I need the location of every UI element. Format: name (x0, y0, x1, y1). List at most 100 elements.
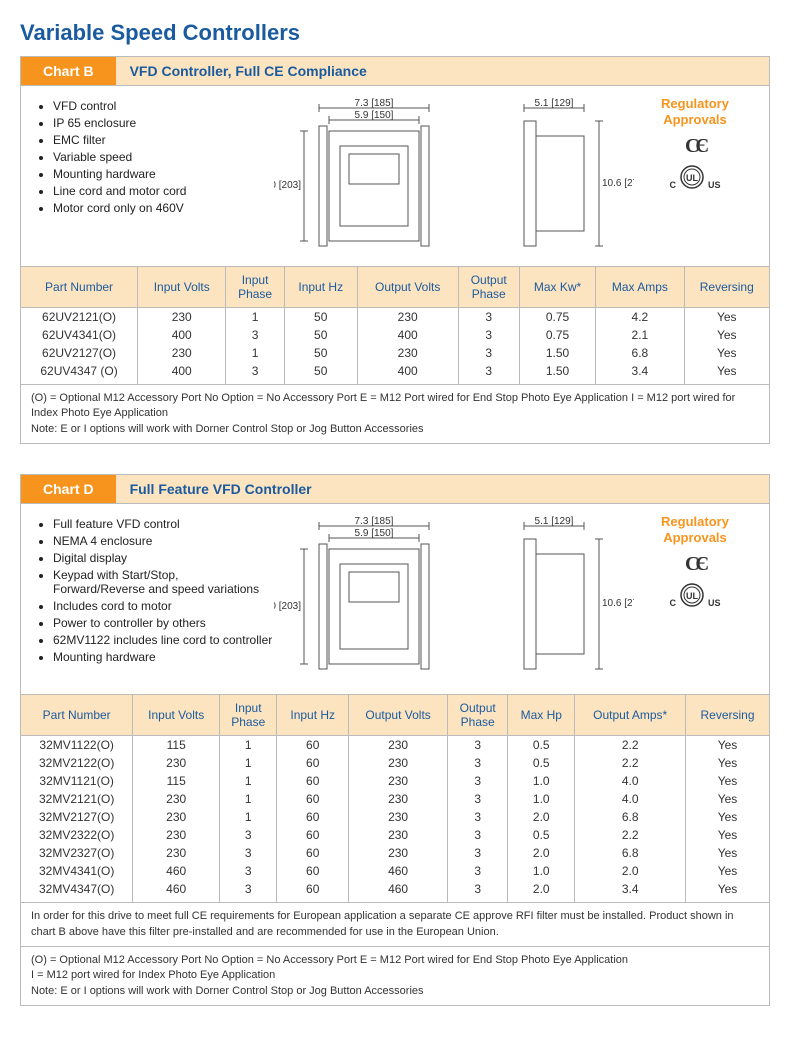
table-cell: 3 (448, 808, 508, 826)
feature-item: Digital display (53, 551, 273, 565)
column-header: Max Amps (596, 267, 684, 308)
table-cell: 3 (448, 754, 508, 772)
table-cell: 230 (349, 844, 448, 862)
approvals-title-2: Approvals (663, 530, 727, 545)
table-cell: 32MV2127(O) (21, 808, 133, 826)
table-cell: 460 (349, 862, 448, 880)
chart-b-approvals: Regulatory Approvals CЄ C UL US (635, 96, 755, 190)
table-cell: 230 (133, 790, 220, 808)
table-row: 62UV2121(O)23015023030.754.2Yes (21, 308, 769, 327)
table-cell: 230 (133, 808, 220, 826)
column-header: Part Number (21, 267, 138, 308)
column-header: OutputPhase (448, 695, 508, 736)
chart-b-diagrams: 7.3 [185] 5.9 [150] 8.0 [203] 5.1 [129] … (273, 96, 635, 256)
table-cell: 230 (138, 344, 226, 362)
table-cell: 60 (277, 862, 349, 880)
table-cell: 0.75 (519, 308, 595, 327)
approvals-title-1: Regulatory (661, 514, 729, 529)
table-cell: 0.5 (508, 736, 575, 755)
chart-d-table: Part NumberInput VoltsInputPhaseInput Hz… (21, 694, 769, 902)
table-cell: 32MV2122(O) (21, 754, 133, 772)
feature-item: Motor cord only on 460V (53, 201, 273, 215)
table-cell: 230 (349, 736, 448, 755)
table-cell: 0.75 (519, 326, 595, 344)
table-row: 32MV1121(O)11516023031.04.0Yes (21, 772, 769, 790)
table-cell: 62UV4347 (O) (21, 362, 138, 384)
table-cell: 3 (220, 844, 277, 862)
chart-d-footnote: (O) = Optional M12 Accessory Port No Opt… (21, 946, 769, 1005)
feature-item: Keypad with Start/Stop, Forward/Reverse … (53, 568, 273, 596)
table-row: 32MV2127(O)23016023032.06.8Yes (21, 808, 769, 826)
table-cell: 230 (349, 772, 448, 790)
table-cell: 230 (133, 826, 220, 844)
table-cell: 1.0 (508, 772, 575, 790)
table-cell: 460 (133, 880, 220, 902)
table-cell: Yes (686, 772, 769, 790)
chart-b-header: Chart B VFD Controller, Full CE Complian… (21, 57, 769, 86)
svg-text:5.9 [150]: 5.9 [150] (355, 528, 394, 539)
table-row: 32MV2122(O)23016023030.52.2Yes (21, 754, 769, 772)
table-cell: Yes (686, 808, 769, 826)
table-cell: 3 (226, 362, 284, 384)
feature-item: VFD control (53, 99, 273, 113)
svg-text:7.3 [185]: 7.3 [185] (355, 516, 394, 527)
table-cell: 1 (220, 754, 277, 772)
table-cell: 3 (448, 844, 508, 862)
column-header: InputPhase (220, 695, 277, 736)
approvals-title-2: Approvals (663, 112, 727, 127)
table-cell: Yes (684, 362, 769, 384)
table-cell: 62UV2121(O) (21, 308, 138, 327)
table-row: 32MV2327(O)23036023032.06.8Yes (21, 844, 769, 862)
side-view-icon: 5.1 [129] 10.6 [270] (484, 96, 634, 256)
table-cell: 3 (448, 790, 508, 808)
svg-text:5.1 [129]: 5.1 [129] (535, 98, 574, 109)
table-cell: 6.8 (575, 808, 686, 826)
approvals-title-1: Regulatory (661, 96, 729, 111)
ul-mark-icon: C UL US (635, 582, 755, 608)
table-cell: 32MV1121(O) (21, 772, 133, 790)
table-cell: 400 (357, 362, 458, 384)
column-header: Max Kw* (519, 267, 595, 308)
feature-item: IP 65 enclosure (53, 116, 273, 130)
column-header: Output Volts (357, 267, 458, 308)
table-cell: 32MV4341(O) (21, 862, 133, 880)
table-cell: 2.0 (508, 880, 575, 902)
chart-b-card: Chart B VFD Controller, Full CE Complian… (20, 56, 770, 444)
table-cell: 400 (138, 362, 226, 384)
table-row: 32MV1122(O)11516023030.52.2Yes (21, 736, 769, 755)
feature-item: Power to controller by others (53, 616, 273, 630)
table-cell: 4.2 (596, 308, 684, 327)
table-cell: 4.0 (575, 790, 686, 808)
table-cell: 50 (284, 308, 357, 327)
svg-text:10.6 [270]: 10.6 [270] (602, 598, 634, 609)
table-cell: 2.0 (508, 844, 575, 862)
front-view-icon: 7.3 [185] 5.9 [150] 8.0 [203] (274, 96, 454, 256)
table-cell: 2.2 (575, 736, 686, 755)
table-cell: Yes (684, 326, 769, 344)
svg-text:8.0 [203]: 8.0 [203] (274, 601, 301, 612)
table-cell: 32MV2322(O) (21, 826, 133, 844)
table-cell: 32MV1122(O) (21, 736, 133, 755)
chart-b-footnote: (O) = Optional M12 Accessory Port No Opt… (21, 384, 769, 443)
table-cell: Yes (686, 754, 769, 772)
table-cell: 1.50 (519, 362, 595, 384)
table-cell: 3 (448, 772, 508, 790)
column-header: Input Hz (284, 267, 357, 308)
column-header: Output Amps* (575, 695, 686, 736)
table-cell: Yes (684, 308, 769, 327)
column-header: Input Volts (133, 695, 220, 736)
table-cell: 6.8 (596, 344, 684, 362)
table-cell: 60 (277, 880, 349, 902)
feature-item: 62MV1122 includes line cord to controlle… (53, 633, 273, 647)
column-header: Input Volts (138, 267, 226, 308)
table-cell: 60 (277, 754, 349, 772)
table-cell: 3 (448, 880, 508, 902)
feature-item: Includes cord to motor (53, 599, 273, 613)
table-cell: Yes (684, 344, 769, 362)
chart-d-diagrams: 7.3 [185] 5.9 [150] 8.0 [203] 5.1 [129] … (273, 514, 635, 684)
column-header: OutputPhase (458, 267, 519, 308)
table-cell: 3 (448, 862, 508, 880)
table-cell: 60 (277, 826, 349, 844)
table-cell: 60 (277, 772, 349, 790)
table-cell: 230 (349, 808, 448, 826)
